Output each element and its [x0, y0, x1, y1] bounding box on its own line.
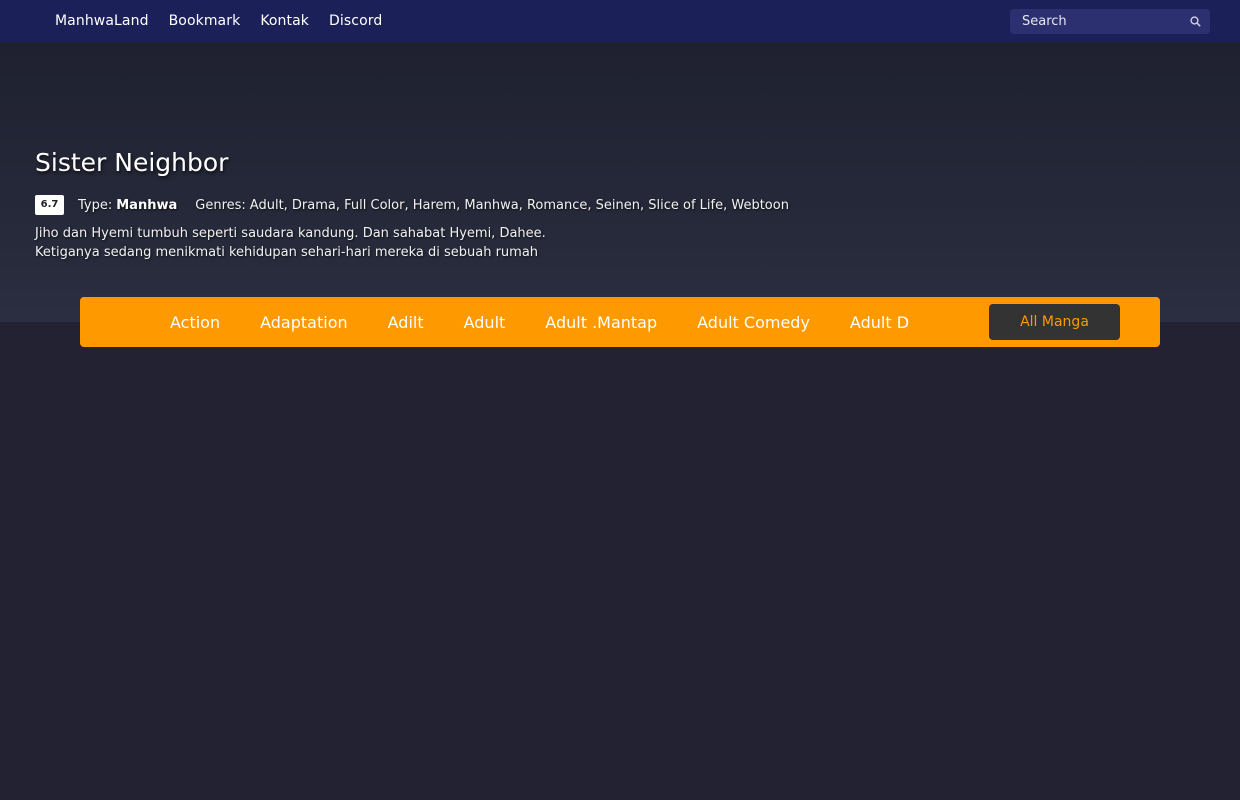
genre-scroller: Action Adaptation Adilt Adult Adult .Man…: [170, 297, 1000, 347]
series-synopsis: Jiho dan Hyemi tumbuh seperti saudara ka…: [35, 224, 546, 262]
main-nav: ManhwaLand Bookmark Kontak Discord: [55, 0, 402, 42]
rating-badge: 6.7: [35, 195, 64, 215]
type-value: Manhwa: [116, 197, 178, 213]
all-manga-button[interactable]: All Manga: [989, 304, 1120, 340]
genres-label: Genres:: [195, 197, 246, 213]
search-input[interactable]: [1010, 9, 1182, 34]
series-hero-background: [0, 42, 1240, 322]
nav-link-bookmark[interactable]: Bookmark: [169, 13, 241, 29]
nav-link-kontak[interactable]: Kontak: [260, 13, 309, 29]
synopsis-line: Ketiganya sedang menikmati kehidupan seh…: [35, 245, 539, 260]
top-navbar: ManhwaLand Bookmark Kontak Discord: [0, 0, 1240, 42]
series-meta: 6.7 Type: Manhwa Genres: Adult, Drama, F…: [35, 195, 789, 215]
genres-list: Adult, Drama, Full Color, Harem, Manhwa,…: [249, 197, 789, 213]
search-icon[interactable]: [1190, 16, 1201, 27]
nav-link-discord[interactable]: Discord: [329, 13, 382, 29]
nav-link-home[interactable]: ManhwaLand: [55, 13, 149, 29]
genre-link-adilt[interactable]: Adilt: [388, 313, 424, 332]
search-box: [1010, 9, 1210, 34]
synopsis-line: Jiho dan Hyemi tumbuh seperti saudara ka…: [35, 226, 546, 241]
genre-link-adult-d[interactable]: Adult D: [850, 313, 909, 332]
genre-link-adaptation[interactable]: Adaptation: [260, 313, 348, 332]
series-title: Sister Neighbor: [35, 148, 229, 177]
genre-link-adult-mantap[interactable]: Adult .Mantap: [545, 313, 657, 332]
genre-bar: Action Adaptation Adilt Adult Adult .Man…: [80, 297, 1160, 347]
genre-link-adult[interactable]: Adult: [464, 313, 506, 332]
type-label: Type:: [78, 197, 113, 213]
genre-link-adult-comedy[interactable]: Adult Comedy: [697, 313, 810, 332]
genre-link-action[interactable]: Action: [170, 313, 220, 332]
